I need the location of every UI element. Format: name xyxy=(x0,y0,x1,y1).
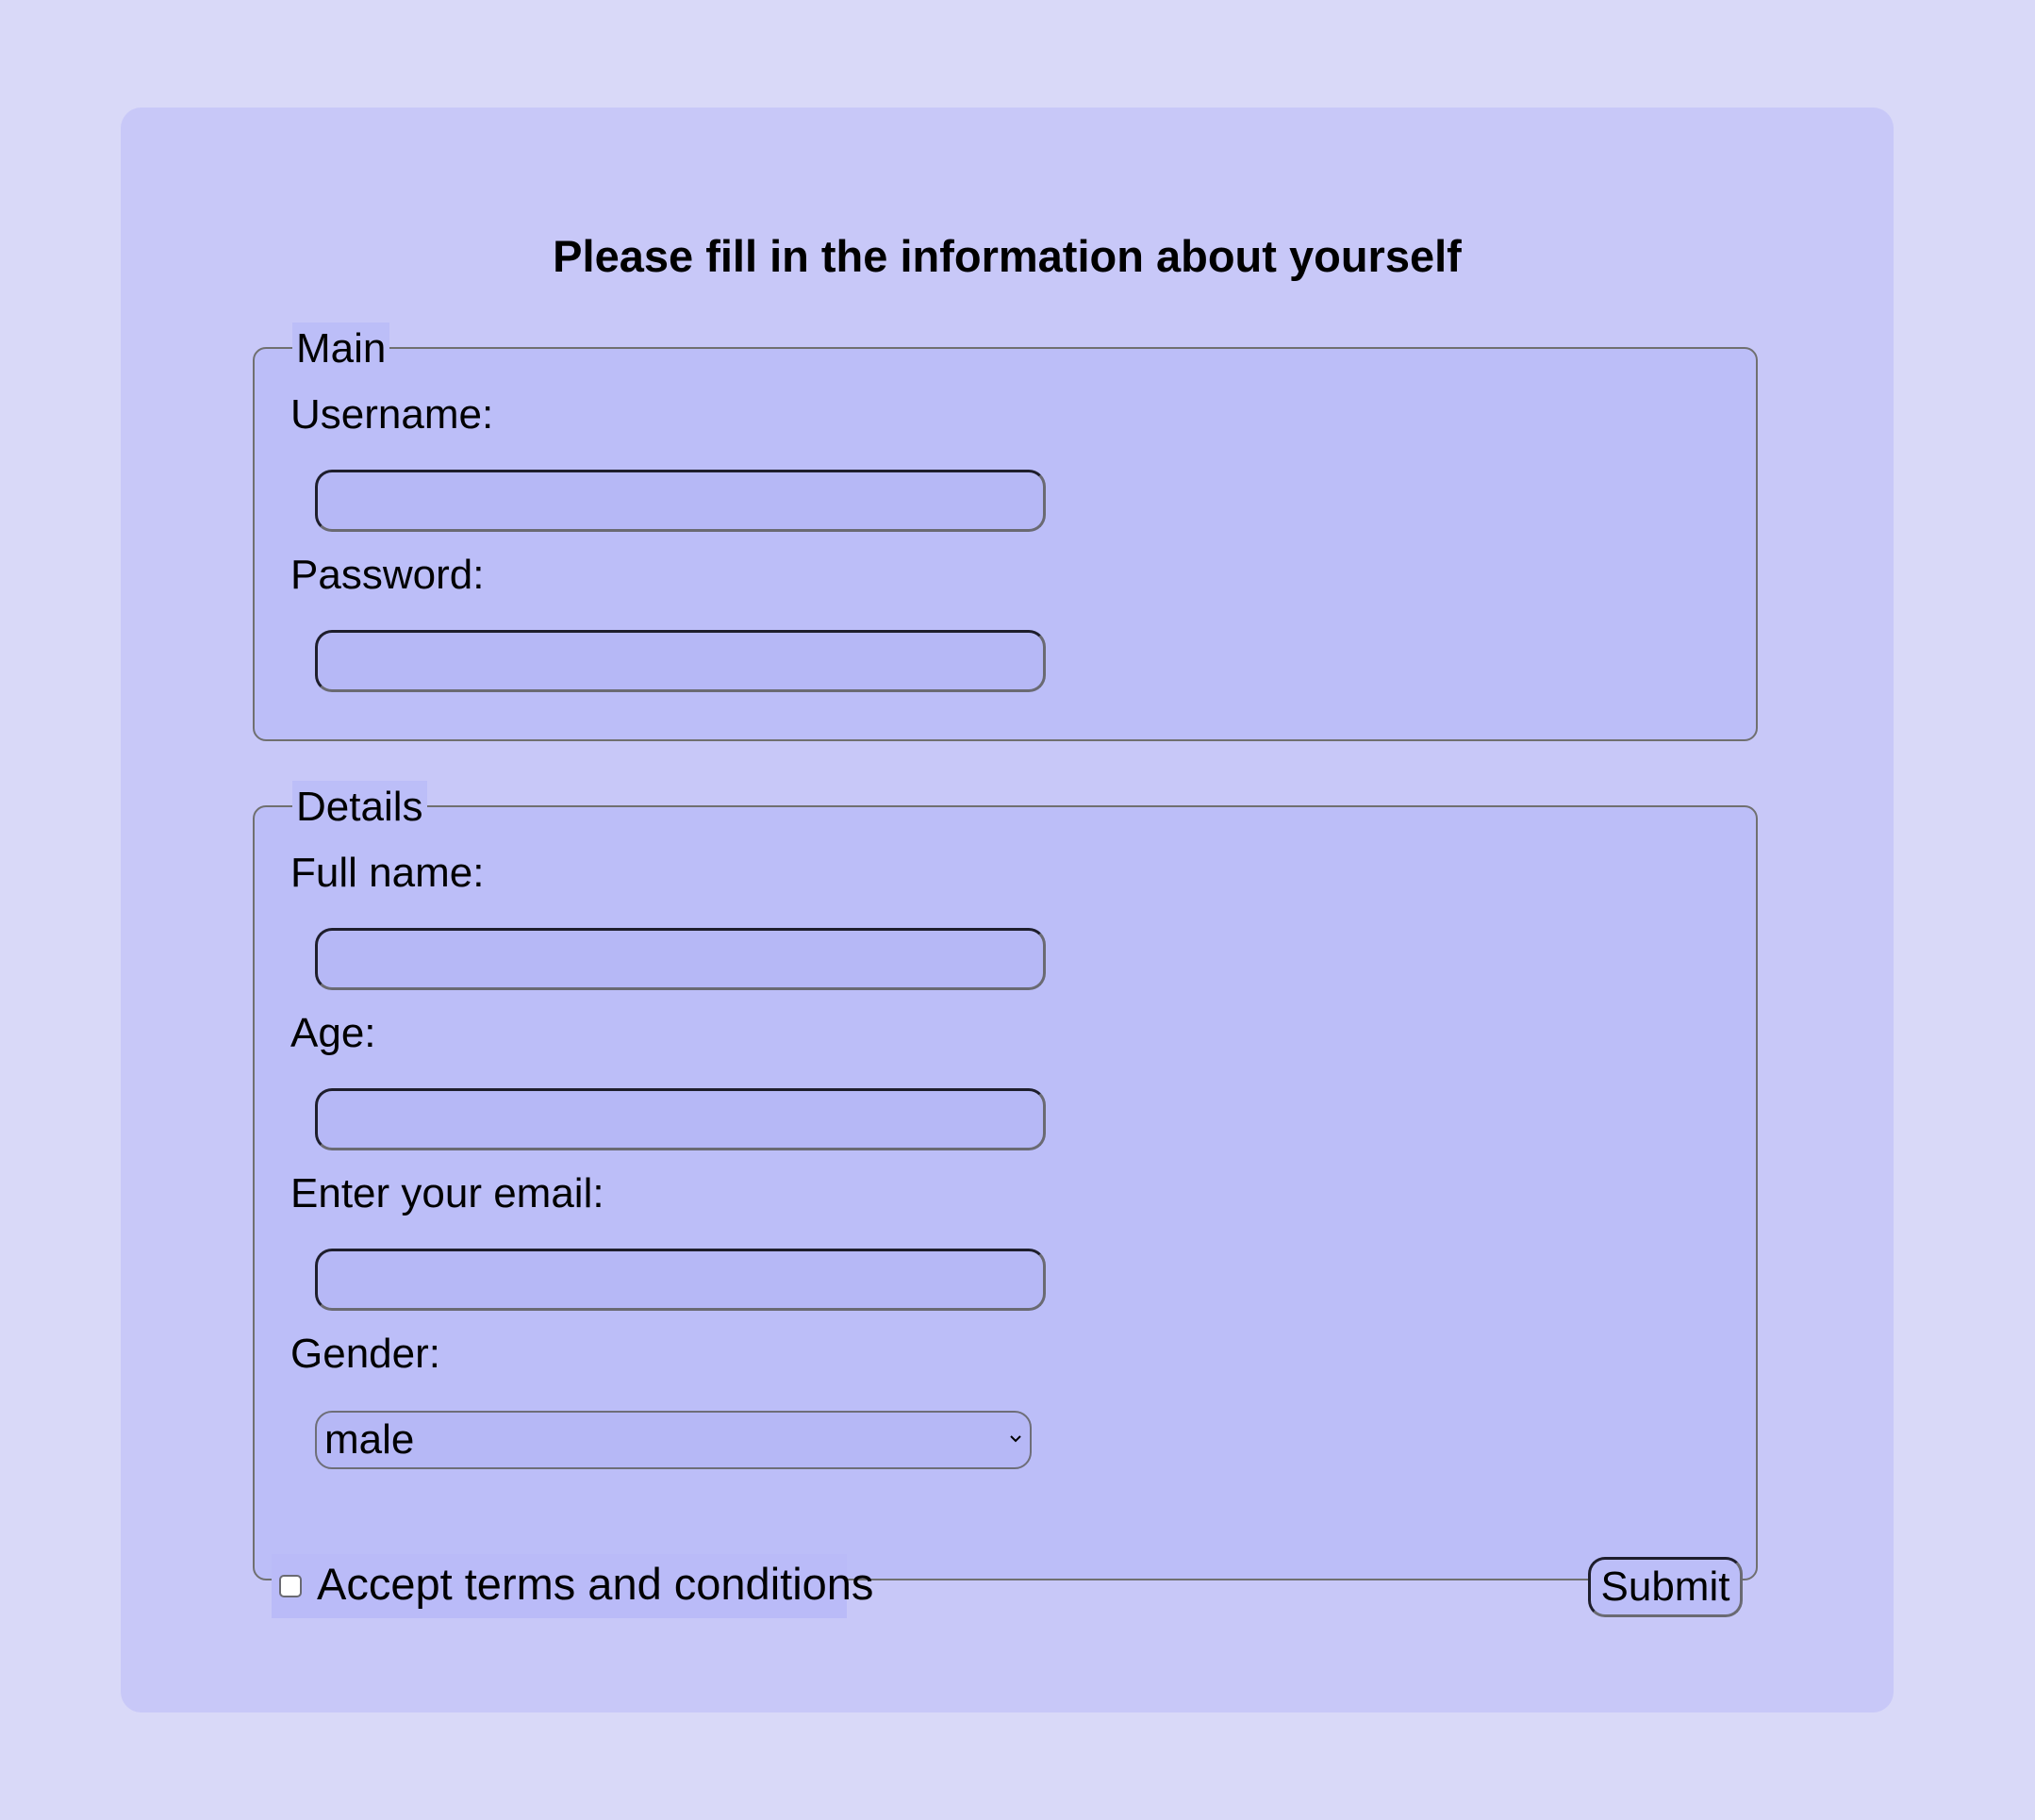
details-legend: Details xyxy=(292,781,427,834)
username-label: Username: xyxy=(290,389,498,441)
terms-label: Accept terms and conditions xyxy=(317,1559,874,1609)
username-input[interactable] xyxy=(315,470,1046,532)
form-card: Please fill in the information about you… xyxy=(121,108,1894,1712)
age-label: Age: xyxy=(290,1007,380,1060)
password-input[interactable] xyxy=(315,630,1046,692)
main-legend: Main xyxy=(292,323,390,375)
submit-button[interactable]: Submit xyxy=(1588,1557,1743,1617)
fullname-input[interactable] xyxy=(315,928,1046,990)
main-fieldset: Main Username: Password: xyxy=(253,323,1758,741)
fullname-label: Full name: xyxy=(290,847,488,900)
password-label: Password: xyxy=(290,549,488,602)
gender-label: Gender: xyxy=(290,1328,444,1381)
page-title: Please fill in the information about you… xyxy=(553,231,1462,281)
email-input[interactable] xyxy=(315,1249,1046,1311)
terms-checkbox[interactable] xyxy=(279,1575,302,1597)
age-input[interactable] xyxy=(315,1088,1046,1150)
terms-row[interactable]: Accept terms and conditions xyxy=(272,1554,873,1618)
gender-select[interactable]: male xyxy=(315,1411,1032,1469)
chevron-down-icon xyxy=(1010,1435,1021,1443)
email-label: Enter your email: xyxy=(290,1167,608,1220)
gender-select-value: male xyxy=(324,1416,415,1463)
details-fieldset: Details Full name: Age: Enter your email… xyxy=(253,781,1758,1580)
